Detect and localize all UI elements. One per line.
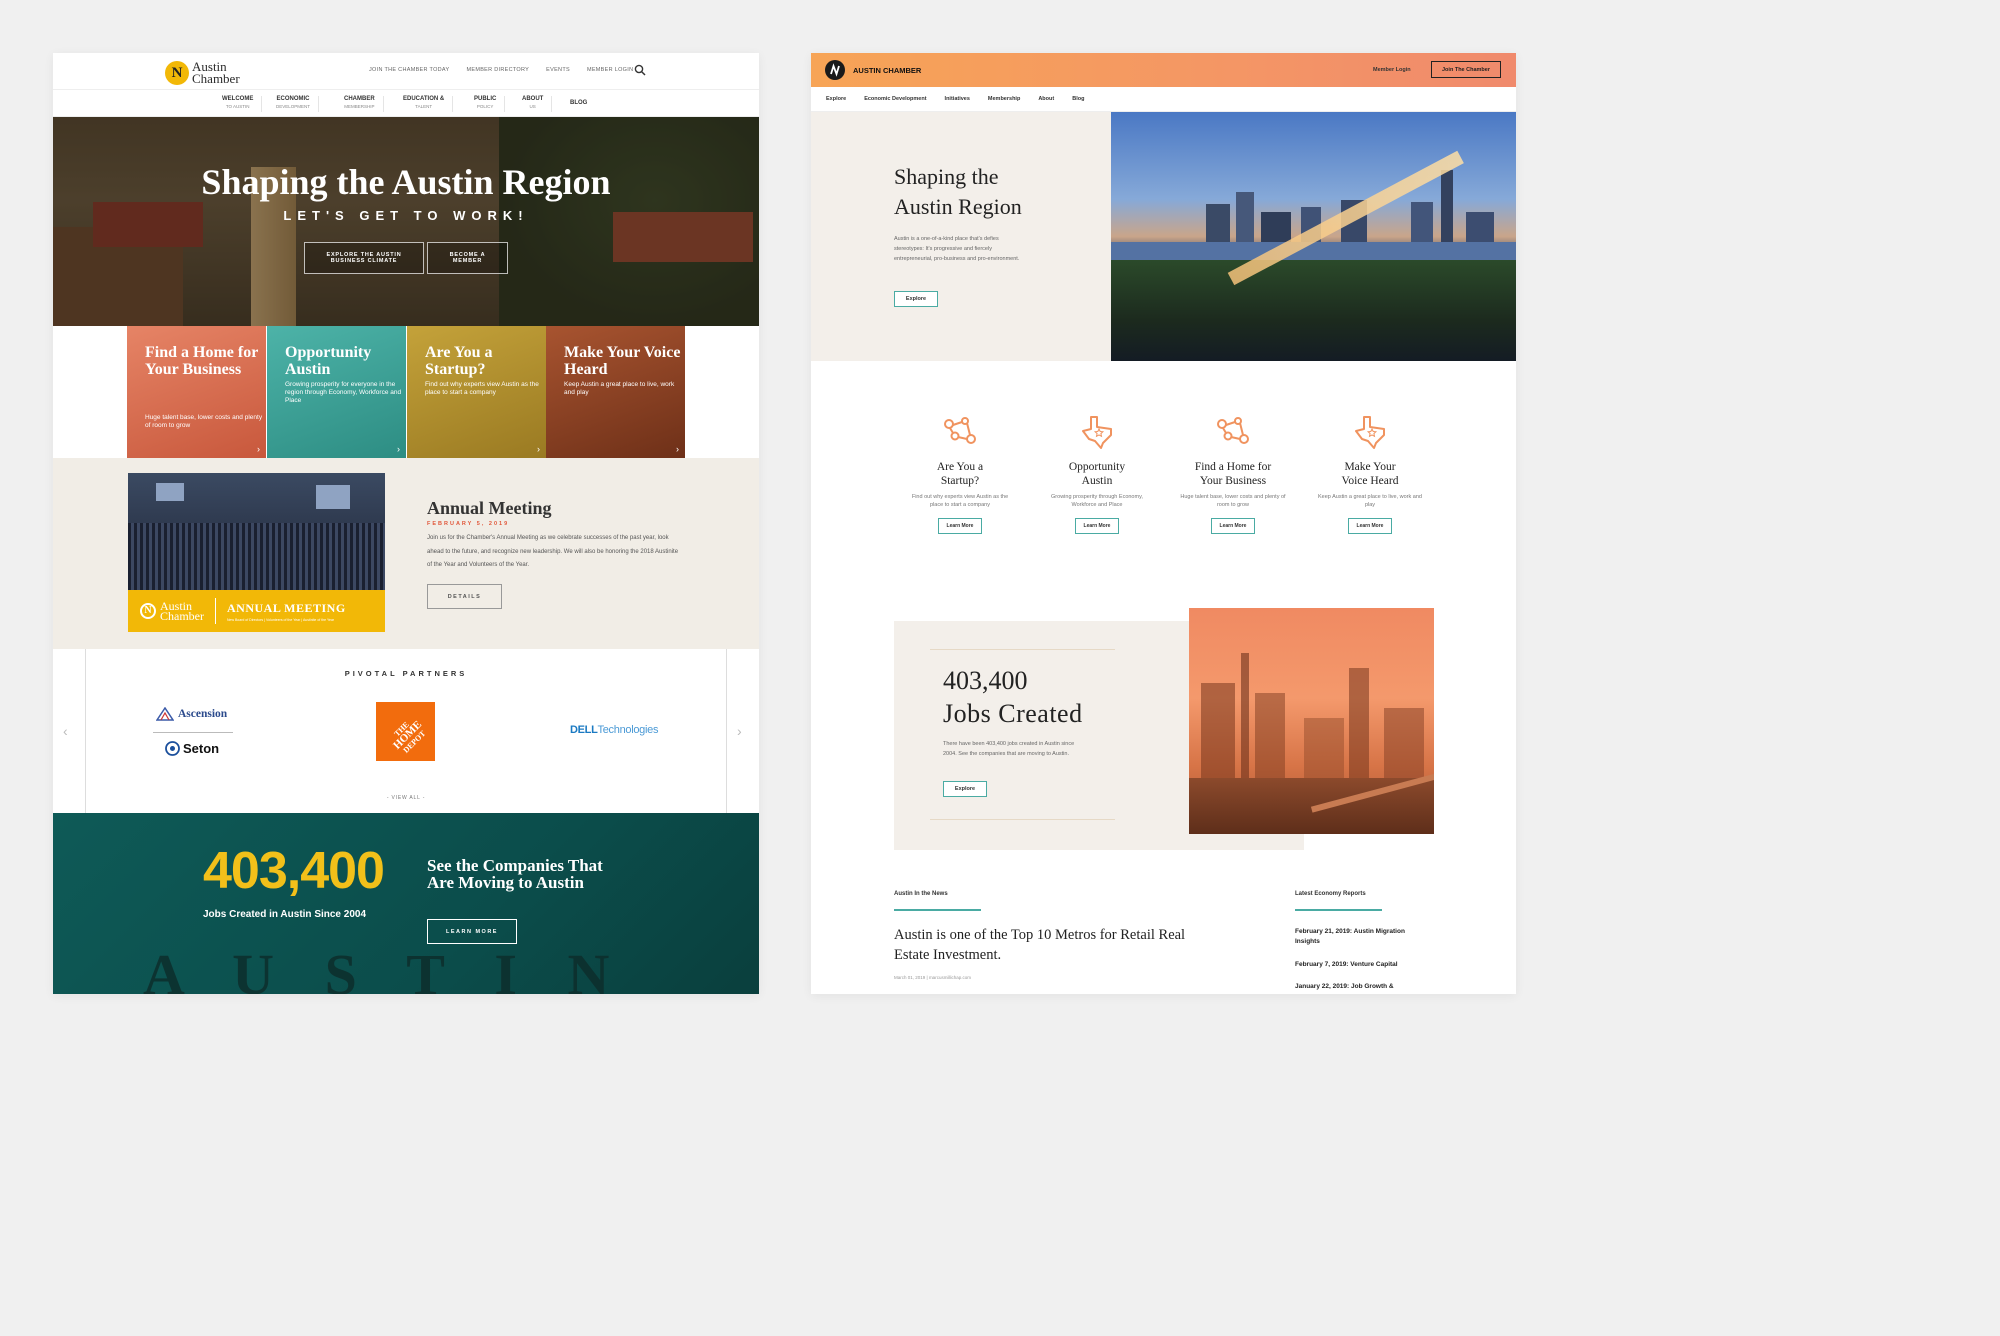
jobs-number: 403,400 [943, 666, 1028, 695]
austin-sign-letters: A U S T I N [143, 942, 628, 994]
hero-text-panel: Shaping the Austin Region Austin is a on… [811, 112, 1111, 361]
learn-more-button[interactable]: Learn More [1347, 518, 1393, 534]
jobs-stats-section: A U S T I N 403,400 Jobs Created in Aust… [53, 813, 759, 994]
brand-name[interactable]: AUSTIN CHAMBER [853, 66, 921, 75]
nav-chamber[interactable]: CHAMBER MEMBERSHIP [336, 96, 384, 112]
join-chamber-link[interactable]: JOIN THE CHAMBER TODAY [369, 67, 449, 73]
learn-more-button[interactable]: Learn More [1210, 518, 1256, 534]
seton-logo[interactable]: Seton [165, 741, 219, 756]
news-meta: March 01, 2019 | marcusmillichap.com [894, 975, 971, 980]
seton-icon [165, 741, 180, 756]
jobs-body: There have been 403,400 jobs created in … [943, 741, 1075, 757]
chevron-right-icon: › [537, 444, 540, 454]
member-directory-link[interactable]: MEMBER DIRECTORY [466, 67, 529, 73]
carousel-next-button[interactable]: › [737, 723, 742, 739]
card-voice-heard[interactable]: Make Your Voice Heard Keep Austin a grea… [546, 326, 685, 458]
jobs-caption: Jobs Created in Austin Since 2004 [203, 909, 367, 920]
chamber-logo-mark: N [140, 603, 156, 619]
report-item[interactable]: February 7, 2019: Venture Capital [1295, 960, 1415, 970]
texas-icon [1082, 416, 1112, 449]
texas-icon [1355, 416, 1385, 449]
hero-body: Austin is a one-of-a-kind place that's d… [894, 236, 1020, 262]
nav-blog[interactable]: BLOG [562, 100, 595, 116]
annual-meeting-date: FEBRUARY 5, 2019 [427, 521, 510, 527]
hero-explore-button[interactable]: Explore [894, 291, 938, 307]
news-headline[interactable]: Austin is one of the Top 10 Metros for R… [894, 925, 1194, 965]
feature-startup: Are You a Startup? Find out why experts v… [900, 415, 1020, 534]
chevron-right-icon: › [676, 444, 679, 454]
annual-meeting-title: Annual Meeting [427, 498, 552, 518]
nav-public-policy[interactable]: PUBLIC POLICY [466, 96, 506, 112]
main-nav: WELCOME TO AUSTIN ECONOMIC DEVELOPMENT CHA… [53, 89, 759, 117]
home-depot-logo[interactable]: THE HOME DEPOT [376, 702, 435, 761]
hero-banner: Shaping the Austin Region LET'S GET TO W… [53, 117, 759, 326]
nav-economic[interactable]: ECONOMIC DEVELOPMENT [268, 96, 320, 112]
partners-heading: PIVOTAL PARTNERS [344, 669, 468, 678]
utility-nav: JOIN THE CHAMBER TODAY MEMBER DIRECTORY … [369, 67, 633, 73]
austin-chamber-logo[interactable]: N Austin Chamber [165, 58, 240, 88]
dell-technologies-logo[interactable]: DELLTechnologies [570, 724, 658, 736]
learn-more-button[interactable]: Learn More [1074, 518, 1120, 534]
reports-heading: Latest Economy Reports [1295, 891, 1366, 897]
nav-education[interactable]: EDUCATION & TALENT [395, 96, 454, 112]
view-all-link[interactable]: - VIEW ALL - [53, 795, 759, 801]
annual-meeting-photo [128, 473, 385, 590]
hero-tagline: LET'S GET TO WORK! [283, 208, 529, 223]
search-icon[interactable] [634, 64, 646, 76]
top-bar: AUSTIN CHAMBER Member Login Join The Cha… [811, 53, 1516, 87]
chevron-right-icon: › [397, 444, 400, 454]
become-member-button[interactable]: BECOME A MEMBER [427, 242, 508, 274]
ascension-logo[interactable]: Ascension [156, 707, 227, 721]
chamber-logo-icon[interactable] [825, 60, 845, 80]
events-link[interactable]: EVENTS [546, 67, 570, 73]
chevron-right-icon: › [257, 444, 260, 454]
chamber-logo-mark: N [165, 61, 189, 85]
hero-title: Shaping the Austin Region [894, 164, 1022, 219]
nav-economic-development[interactable]: Economic Development [864, 96, 926, 102]
feature-voice-heard: Make Your Voice Heard Keep Austin a great… [1310, 415, 1430, 534]
austin-skyline-photo [1111, 112, 1516, 361]
join-chamber-button[interactable]: Join The Chamber [1431, 61, 1501, 78]
main-nav: Explore Economic Development Initiatives… [811, 87, 1516, 112]
carousel-prev-button[interactable]: ‹ [63, 723, 68, 739]
companies-headline: See the Companies That Are Moving to Aus… [427, 856, 603, 892]
nav-about[interactable]: ABOUT US [514, 96, 553, 112]
news-heading: Austin In the News [894, 891, 948, 897]
feature-opportunity-austin: Opportunity Austin Growing prosperity thr… [1037, 415, 1157, 534]
nav-welcome[interactable]: WELCOME TO AUSTIN [214, 96, 263, 112]
nav-explore[interactable]: Explore [826, 96, 846, 102]
nav-initiatives[interactable]: Initiatives [945, 96, 970, 102]
annual-meeting-banner: N Austin Chamber ANNUAL MEETING New Board … [128, 590, 385, 632]
card-startup[interactable]: Are You a Startup? Find out why experts … [407, 326, 546, 458]
jobs-number: 403,400 [203, 842, 385, 900]
annual-meeting-section: N Austin Chamber ANNUAL MEETING New Board … [53, 458, 759, 649]
ascension-icon [156, 707, 174, 721]
nav-about[interactable]: About [1038, 96, 1054, 102]
learn-more-button[interactable]: Learn More [937, 518, 983, 534]
details-button[interactable]: DETAILS [427, 584, 502, 609]
card-opportunity-austin[interactable]: Opportunity Austin Growing prosperity fo… [267, 326, 406, 458]
nav-blog[interactable]: Blog [1072, 96, 1084, 102]
card-find-home[interactable]: Find a Home for Your Business Huge talen… [127, 326, 266, 458]
feature-find-home: Find a Home for Your Business Huge talent… [1173, 415, 1293, 534]
member-login-link[interactable]: MEMBER LOGIN [587, 67, 633, 73]
partners-section: ‹ › PIVOTAL PARTNERS Ascension Seton THE… [53, 649, 759, 813]
jobs-label: Jobs Created [943, 699, 1083, 728]
member-login-link[interactable]: Member Login [1373, 67, 1411, 73]
redesign-homepage: AUSTIN CHAMBER Member Login Join The Cha… [811, 53, 1516, 994]
legacy-homepage: N Austin Chamber JOIN THE CHAMBER TODAY … [53, 53, 759, 994]
report-item[interactable]: January 22, 2019: Job Growth & [1295, 982, 1415, 992]
hero-title: Shaping the Austin Region [201, 162, 611, 202]
network-icon [1217, 417, 1249, 444]
skyline-orange-photo [1189, 608, 1434, 834]
annual-meeting-body: Join us for the Chamber's Annual Meeting… [427, 535, 679, 568]
network-icon [944, 417, 976, 444]
jobs-explore-button[interactable]: Explore [943, 781, 987, 797]
report-item[interactable]: February 21, 2019: Austin Migration Insi… [1295, 927, 1405, 947]
learn-more-button[interactable]: LEARN MORE [427, 919, 517, 944]
logo-line-2: Chamber [192, 71, 240, 86]
nav-membership[interactable]: Membership [988, 96, 1020, 102]
explore-climate-button[interactable]: EXPLORE THE AUSTIN BUSINESS CLIMATE [304, 242, 424, 274]
